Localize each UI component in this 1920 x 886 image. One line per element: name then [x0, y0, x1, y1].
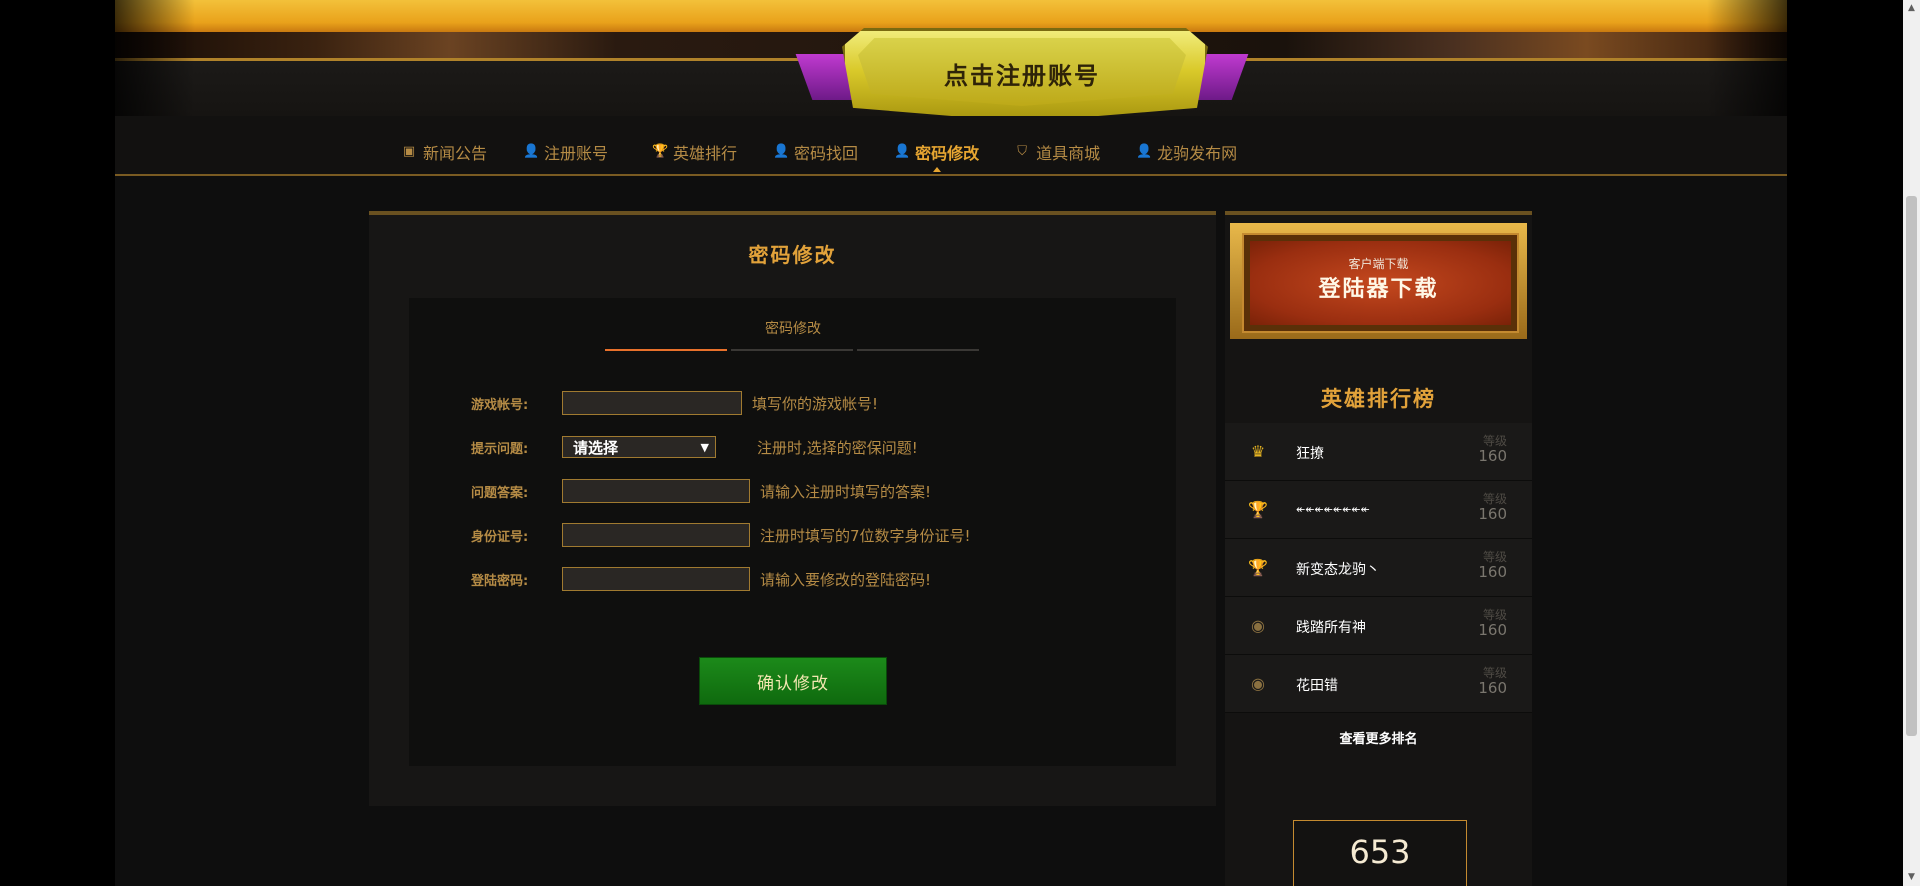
- security-question-select[interactable]: 请选择 ▼: [562, 436, 716, 458]
- launcher-download-button[interactable]: 客户端下载 登陆器下载: [1230, 223, 1527, 339]
- rank-level: 160: [1478, 505, 1507, 523]
- nav-item-news[interactable]: ▣ 新闻公告: [402, 140, 487, 164]
- nav-item-label: 新闻公告: [423, 144, 488, 163]
- form-row-id-number: 身份证号: 注册时填写的7位数字身份证号!: [471, 522, 971, 548]
- password-input[interactable]: [562, 567, 750, 591]
- field-label: 问题答案:: [471, 485, 529, 501]
- form-row-answer: 问题答案: 请输入注册时填写的答案!: [471, 478, 931, 504]
- nav-item-password-recovery[interactable]: 👤 密码找回: [773, 140, 858, 164]
- form-row-password: 登陆密码: 请输入要修改的登陆密码!: [471, 566, 931, 592]
- tab-indicator-active: [605, 349, 727, 351]
- tab-indicator: [857, 349, 979, 351]
- news-icon: ▣: [402, 144, 416, 159]
- field-hint: 请输入要修改的登陆密码!: [760, 570, 932, 589]
- tab-indicator: [731, 349, 853, 351]
- field-hint: 注册时,选择的密保问题!: [757, 438, 918, 457]
- id-number-input[interactable]: [562, 523, 750, 547]
- nav-item-item-mall[interactable]: ⛉ 道具商城: [1015, 140, 1100, 164]
- password-change-form: 密码修改 游戏帐号: 填写你的游戏帐号! 提示问题: 请选择 ▼ 注册时,选择的密…: [409, 298, 1176, 766]
- user-add-icon: 👤: [523, 144, 540, 159]
- bronze-cup-icon: 🏆: [1248, 558, 1268, 577]
- nav-item-label: 龙驹发布网: [1157, 144, 1238, 163]
- banner-fade-right: [1707, 0, 1787, 116]
- rank-level: 160: [1478, 447, 1507, 465]
- user-key-icon: 👤: [773, 144, 790, 159]
- visit-counter: 653: [1293, 820, 1467, 886]
- form-row-account: 游戏帐号: 填写你的游戏帐号!: [471, 390, 878, 416]
- scroll-up-icon[interactable]: ▲: [1903, 0, 1920, 17]
- form-row-question: 提示问题: 请选择 ▼ 注册时,选择的密保问题!: [471, 434, 918, 460]
- nav-item-label: 密码修改: [915, 144, 980, 163]
- counter-value: 653: [1349, 833, 1411, 871]
- tab-password-change[interactable]: 密码修改: [729, 318, 857, 338]
- trophy-icon: 🏆: [652, 144, 669, 159]
- chevron-down-icon: ▼: [700, 440, 709, 454]
- field-label: 游戏帐号:: [471, 397, 529, 413]
- silver-cup-icon: 🏆: [1248, 500, 1268, 519]
- nav-item-label: 道具商城: [1036, 144, 1101, 163]
- user-icon: 👤: [894, 144, 911, 159]
- rank-player-name: 花田错: [1296, 678, 1338, 694]
- field-hint: 注册时填写的7位数字身份证号!: [760, 526, 971, 545]
- nav-item-password-change[interactable]: 👤 密码修改: [894, 140, 980, 172]
- rank-player-name: 狂撩: [1296, 446, 1324, 462]
- nav-item-label: 注册账号: [544, 144, 609, 163]
- rank-row[interactable]: ♛ 狂撩 等级 160: [1225, 423, 1532, 481]
- main-nav: ▣ 新闻公告 👤 注册账号 🏆 英雄排行 👤 密码找回 👤 密码修改 ⛉ 道具商城 👤 龙驹发…: [115, 116, 1787, 176]
- rank-player-name: 新变态龙驹丶: [1296, 562, 1380, 578]
- rank-player-name: 践踏所有神: [1296, 620, 1366, 636]
- confirm-change-button[interactable]: 确认修改: [699, 657, 887, 705]
- field-hint: 填写你的游戏帐号!: [752, 394, 879, 413]
- view-more-rankings-link[interactable]: 查看更多排名: [1225, 728, 1532, 747]
- download-subtitle: 客户端下载: [1348, 257, 1409, 271]
- hero-ranking-title: 英雄排行榜: [1321, 387, 1436, 411]
- page: 点击注册账号 ▣ 新闻公告 👤 注册账号 🏆 英雄排行 👤 密码找回 👤 密码修改 ⛉ 道具…: [115, 0, 1787, 886]
- nav-item-label: 密码找回: [794, 144, 859, 163]
- select-value: 请选择: [573, 438, 619, 457]
- page-scrollbar[interactable]: ▲ ▼: [1903, 0, 1920, 886]
- nav-item-register[interactable]: 👤 注册账号: [523, 140, 608, 164]
- rank-row[interactable]: ◉ 践踏所有神 等级 160: [1225, 597, 1532, 655]
- nav-item-label: 英雄排行: [673, 144, 738, 163]
- rank-level: 160: [1478, 679, 1507, 697]
- account-input[interactable]: [562, 391, 742, 415]
- field-hint: 请输入注册时填写的答案!: [760, 482, 932, 501]
- medal-icon: ◉: [1251, 616, 1265, 635]
- rank-row[interactable]: ◉ 花田错 等级 160: [1225, 655, 1532, 713]
- nav-item-release-site[interactable]: 👤 龙驹发布网: [1136, 140, 1237, 164]
- page-title: 密码修改: [748, 243, 837, 267]
- medal-icon: ◉: [1251, 674, 1265, 693]
- rank-level: 160: [1478, 621, 1507, 639]
- field-label: 提示问题:: [471, 441, 529, 457]
- shield-icon: ⛉: [1017, 144, 1027, 159]
- scrollbar-thumb[interactable]: [1906, 196, 1917, 736]
- register-account-label: 点击注册账号: [944, 61, 1100, 90]
- rank-row[interactable]: 🏆 ↞↞↞↞↞↞↞↞ 等级 160: [1225, 481, 1532, 539]
- rank-player-name: ↞↞↞↞↞↞↞↞: [1296, 503, 1370, 516]
- scroll-down-icon[interactable]: ▼: [1903, 869, 1920, 886]
- nav-item-hero-ranking[interactable]: 🏆 英雄排行: [652, 140, 737, 164]
- field-label: 登陆密码:: [471, 573, 529, 589]
- rank-level: 160: [1478, 563, 1507, 581]
- download-title: 登陆器下载: [1318, 277, 1439, 302]
- password-change-panel: 密码修改 密码修改 游戏帐号: 填写你的游戏帐号! 提示问题: 请选择 ▼ 注册时…: [369, 211, 1216, 806]
- rank-row[interactable]: 🏆 新变态龙驹丶 等级 160: [1225, 539, 1532, 597]
- sidebar: 客户端下载 登陆器下载 英雄排行榜 ♛ 狂撩 等级 160 🏆 ↞↞↞↞↞↞↞↞…: [1225, 211, 1532, 886]
- answer-input[interactable]: [562, 479, 750, 503]
- banner-fade-left: [115, 0, 195, 116]
- register-account-button[interactable]: 点击注册账号: [795, 26, 1249, 122]
- field-label: 身份证号:: [471, 529, 529, 545]
- user-key-icon: 👤: [1136, 144, 1153, 159]
- crown-icon: ♛: [1250, 442, 1266, 461]
